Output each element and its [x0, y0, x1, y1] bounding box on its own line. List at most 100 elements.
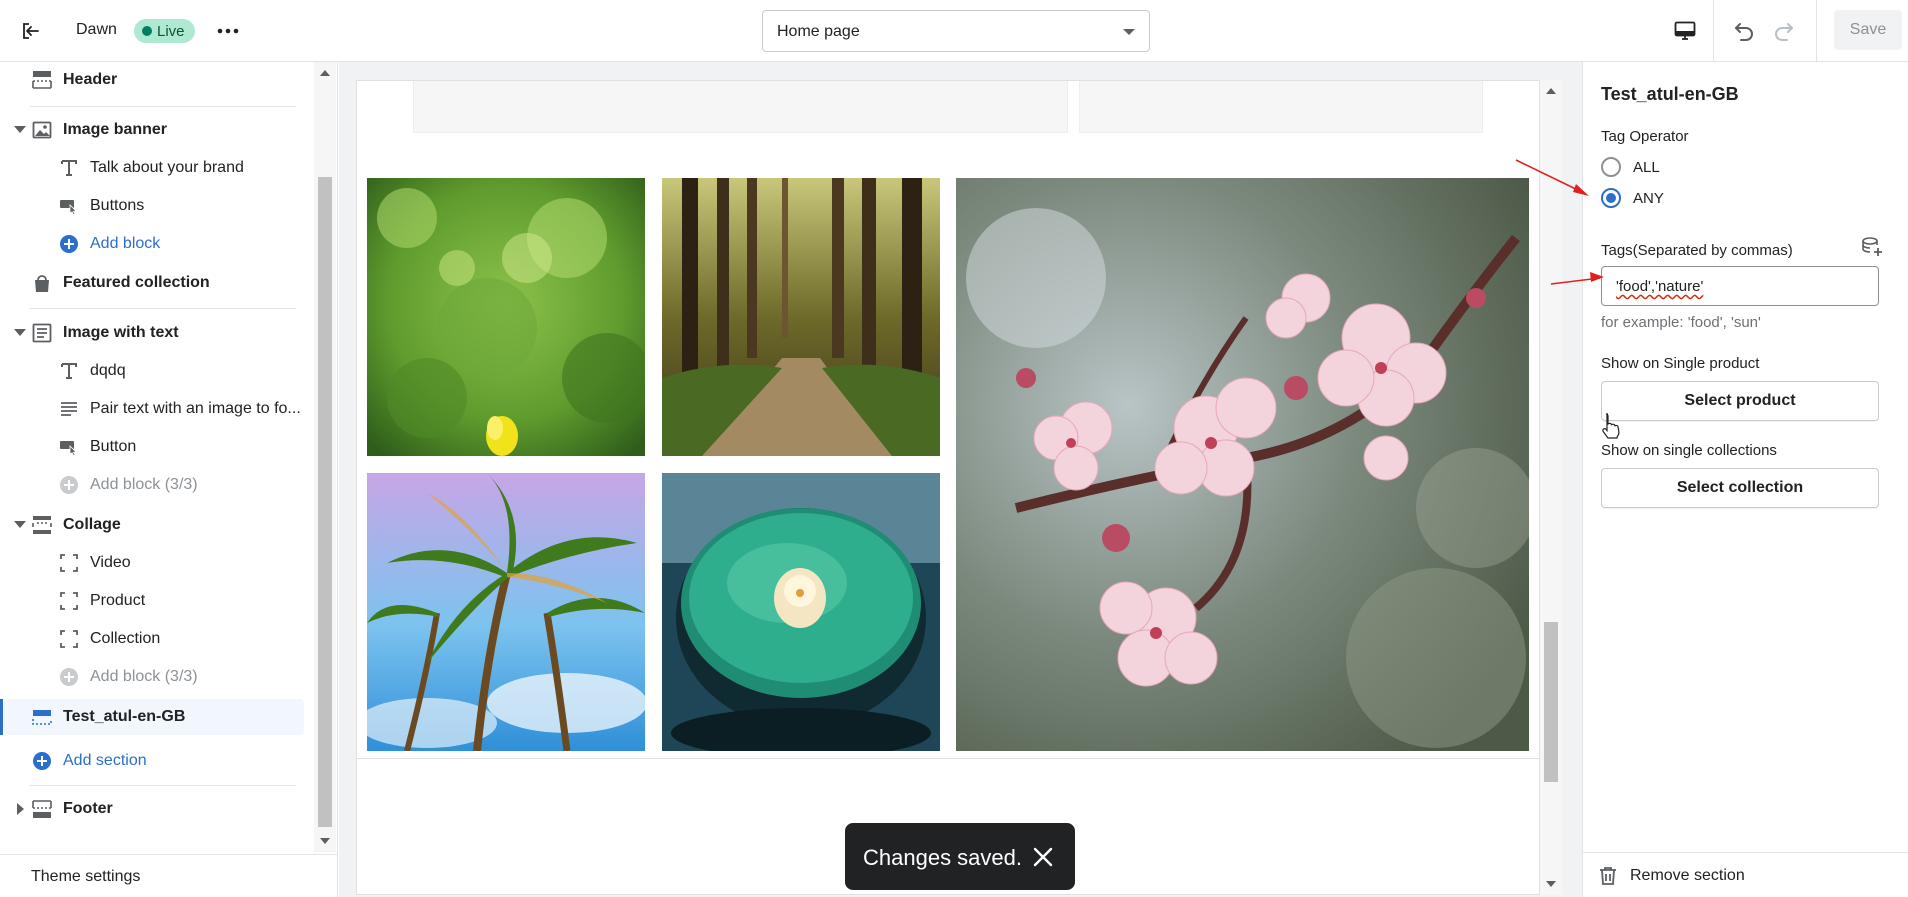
more-actions-button[interactable]	[214, 18, 242, 44]
section-label: Image banner	[63, 121, 168, 138]
button-icon	[58, 195, 80, 217]
section-footer[interactable]: Footer	[0, 791, 305, 827]
sections-sidebar: Header Image banner Talk about your bran…	[0, 62, 338, 897]
add-section-label: Add section	[63, 752, 147, 769]
divider	[30, 308, 296, 309]
undo-icon	[1735, 23, 1753, 41]
block-video[interactable]: Video	[0, 545, 305, 581]
section-collage[interactable]: Collage	[0, 507, 305, 543]
radio-any-label[interactable]: ANY	[1633, 190, 1664, 207]
exit-button[interactable]	[14, 16, 48, 46]
plus-circle-icon	[58, 666, 80, 688]
add-section-button[interactable]: Add section	[0, 743, 305, 779]
single-collections-label: Show on single collections	[1601, 442, 1777, 459]
trash-icon	[1600, 867, 1616, 885]
theme-settings-button[interactable]: Theme settings	[0, 854, 338, 897]
block-label: dqdq	[90, 362, 126, 379]
save-button[interactable]: Save	[1834, 10, 1902, 50]
block-label: Collection	[90, 630, 161, 647]
divider	[30, 106, 296, 107]
divider	[30, 785, 296, 786]
plus-circle-icon	[58, 474, 80, 496]
exit-icon	[23, 23, 39, 39]
scroll-up-icon[interactable]	[320, 70, 330, 76]
page-select[interactable]: Home page	[762, 10, 1150, 52]
block-label: Buttons	[90, 197, 145, 214]
collage-image-blossom[interactable]	[956, 178, 1529, 751]
block-buttons[interactable]: Buttons	[0, 188, 305, 224]
scroll-up-icon[interactable]	[1546, 88, 1556, 94]
block-dqdq[interactable]: dqdq	[0, 353, 305, 389]
collapse-caret-icon[interactable]	[14, 521, 26, 528]
desktop-preview-button[interactable]	[1669, 16, 1701, 46]
block-talk-about-brand[interactable]: Talk about your brand	[0, 150, 305, 186]
scrollbar-thumb[interactable]	[318, 177, 332, 827]
redo-button[interactable]	[1768, 16, 1800, 46]
select-product-button[interactable]: Select product	[1601, 381, 1879, 421]
scrollbar-thumb[interactable]	[1544, 622, 1558, 782]
frame-icon	[58, 628, 80, 650]
section-featured-collection[interactable]: Featured collection	[0, 265, 305, 301]
tag-operator-label: Tag Operator	[1601, 128, 1689, 145]
section-image-banner[interactable]: Image banner	[0, 112, 305, 148]
radio-all-label[interactable]: ALL	[1633, 159, 1660, 176]
scroll-down-icon[interactable]	[320, 838, 330, 844]
section-header[interactable]: Header	[0, 62, 305, 98]
preview-divider	[356, 758, 1540, 759]
image-text-icon	[31, 322, 53, 344]
single-product-label: Show on Single product	[1601, 355, 1760, 372]
add-block-button-disabled: Add block (3/3)	[0, 467, 305, 503]
block-pair-text[interactable]: Pair text with an image to fo...	[0, 391, 305, 427]
add-block-button-disabled: Add block (3/3)	[0, 659, 305, 695]
remove-section-button[interactable]: Remove section	[1583, 852, 1908, 897]
section-image-with-text[interactable]: Image with text	[0, 315, 305, 351]
undo-button[interactable]	[1728, 16, 1760, 46]
tags-input[interactable]: 'food','nature'	[1601, 266, 1879, 306]
preview-scrollbar[interactable]	[1540, 80, 1562, 895]
collage-image-bowl[interactable]	[662, 473, 940, 751]
text-icon	[58, 157, 80, 179]
collage-image-leaves[interactable]	[367, 178, 645, 456]
block-label: Button	[90, 438, 137, 455]
footer-section-icon	[31, 798, 53, 820]
radio-any[interactable]	[1601, 188, 1621, 208]
collapse-caret-icon[interactable]	[14, 329, 26, 336]
close-icon[interactable]	[1031, 845, 1055, 869]
tags-input-value: 'food','nature'	[1616, 278, 1704, 295]
live-dot-icon	[142, 26, 152, 36]
palms-image	[367, 473, 645, 751]
section-settings-panel: Test_atul-en-GB Tag Operator ALL ANY Tag…	[1582, 62, 1908, 897]
add-block-label: Add block (3/3)	[90, 476, 198, 493]
section-label: Image with text	[63, 324, 179, 341]
add-block-label: Add block (3/3)	[90, 668, 198, 685]
sidebar-scrollbar[interactable]	[314, 62, 336, 852]
section-app-icon	[31, 706, 53, 728]
collage-image-forest[interactable]	[662, 178, 940, 456]
select-collection-button[interactable]: Select collection	[1601, 468, 1879, 508]
panel-title: Test_atul-en-GB	[1601, 84, 1739, 104]
add-block-label: Add block	[90, 235, 161, 252]
collage-image-palms[interactable]	[367, 473, 645, 751]
expand-caret-icon[interactable]	[17, 803, 24, 815]
header-section-icon	[31, 69, 53, 91]
chevron-down-icon	[1123, 29, 1135, 35]
block-button[interactable]: Button	[0, 429, 305, 465]
frame-icon	[58, 552, 80, 574]
radio-all[interactable]	[1601, 157, 1621, 177]
add-block-button[interactable]: Add block	[0, 226, 305, 262]
block-collection[interactable]: Collection	[0, 621, 305, 657]
dynamic-source-icon[interactable]	[1861, 236, 1883, 258]
section-test-atul-en-gb[interactable]: Test_atul-en-GB	[0, 699, 304, 735]
scroll-down-icon[interactable]	[1546, 881, 1556, 887]
text-icon	[58, 360, 80, 382]
button-icon	[58, 436, 80, 458]
block-label: Product	[90, 592, 146, 609]
section-label: Header	[63, 71, 118, 88]
paragraph-icon	[58, 398, 80, 420]
theme-settings-label: Theme settings	[31, 868, 141, 885]
live-label: Live	[157, 22, 185, 40]
store-preview[interactable]	[356, 80, 1540, 895]
block-product[interactable]: Product	[0, 583, 305, 619]
remove-section-label: Remove section	[1630, 867, 1745, 884]
collapse-caret-icon[interactable]	[14, 126, 26, 133]
